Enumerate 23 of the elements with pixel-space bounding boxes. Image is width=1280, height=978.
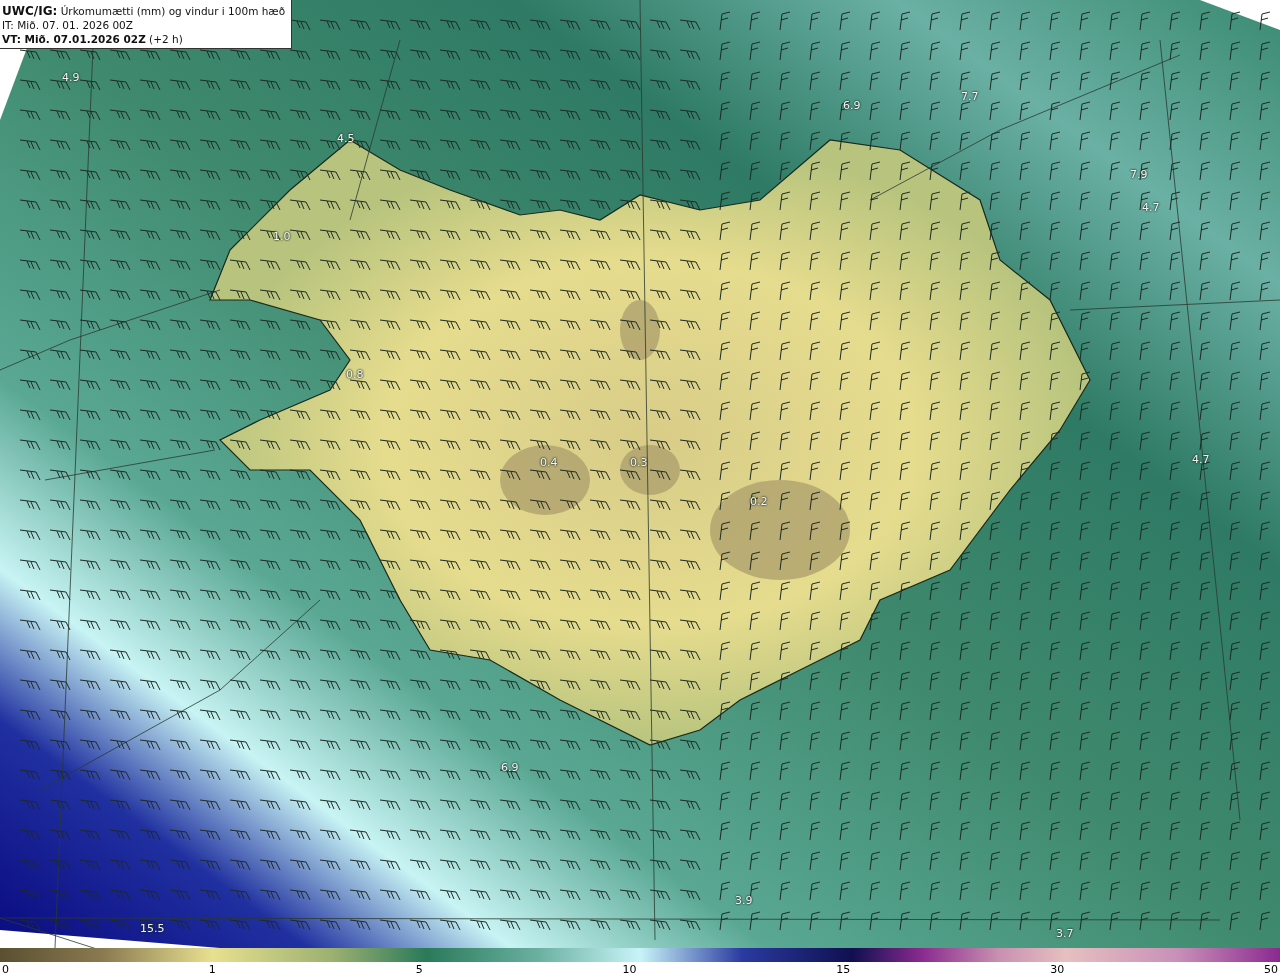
value-label: 15.5	[140, 922, 165, 936]
value-label: 3.7	[1056, 927, 1074, 941]
value-label: 0.4	[540, 456, 558, 470]
legend-tick-label: 1	[208, 962, 216, 978]
value-label: 4.7	[1192, 453, 1210, 467]
value-label: 3.9	[735, 894, 753, 908]
value-label: 4.5	[337, 132, 355, 146]
legend-tick-label: 30	[1050, 962, 1065, 978]
value-label: 6.9	[501, 761, 519, 775]
value-label: 0.3	[630, 456, 648, 470]
value-label: 6.9	[843, 99, 861, 113]
issue-time: IT: Mið. 07. 01. 2026 00Z	[2, 18, 134, 32]
legend-tick-label: 10	[622, 962, 637, 978]
legend-tick-label: 15	[836, 962, 851, 978]
valid-time: VT: Mið. 07.01.2026 02Z (+2 h)	[2, 32, 184, 46]
legend-tick-label: 50	[1263, 962, 1278, 978]
value-label: 7.7	[961, 90, 979, 104]
legend-tick-label: 5	[415, 962, 423, 978]
value-label: 4.9	[62, 71, 80, 85]
value-label: 4.7	[1142, 201, 1160, 215]
legend-tick-label: 0	[2, 962, 9, 978]
header-title: UWC/IG: Úrkomumætti (mm) og vindur i 100m hæð	[2, 4, 286, 18]
value-label: 0.8	[346, 368, 364, 382]
